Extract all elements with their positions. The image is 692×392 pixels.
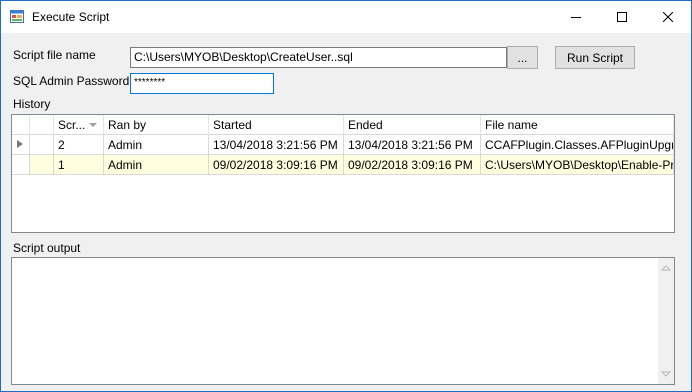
scroll-down-arrow-icon[interactable] — [658, 366, 674, 382]
row-selector-cell[interactable] — [30, 155, 54, 175]
row-header-corner — [12, 115, 30, 135]
script-output-textarea[interactable] — [11, 257, 675, 385]
cell-started[interactable]: 09/02/2018 3:09:16 PM — [209, 155, 344, 175]
script-output-label: Script output — [13, 241, 81, 255]
selector-column-header — [30, 115, 54, 135]
history-grid: Scr... Ran by Started Ended File name 2 … — [11, 114, 675, 233]
column-header-file-name[interactable]: File name — [481, 115, 674, 135]
column-header-ran-by[interactable]: Ran by — [104, 115, 209, 135]
table-row[interactable]: 1 Admin 09/02/2018 3:09:16 PM 09/02/2018… — [12, 155, 674, 175]
column-header-script[interactable]: Scr... — [54, 115, 104, 135]
title-bar[interactable]: Execute Script — [1, 1, 691, 33]
maximize-button[interactable] — [599, 1, 645, 33]
cell-ended[interactable]: 09/02/2018 3:09:16 PM — [344, 155, 481, 175]
close-button[interactable] — [645, 1, 691, 33]
execute-script-window: Execute Script Script file name C:\Users… — [0, 0, 692, 392]
cell-file-name[interactable]: C:\Users\MYOB\Desktop\Enable-Pr... — [481, 155, 674, 175]
column-header-ended[interactable]: Ended — [344, 115, 481, 135]
maximize-icon — [617, 12, 627, 22]
cell-ran-by[interactable]: Admin — [104, 135, 209, 155]
minimize-button[interactable] — [553, 1, 599, 33]
cell-script[interactable]: 1 — [54, 155, 104, 175]
cell-script[interactable]: 2 — [54, 135, 104, 155]
row-header[interactable] — [12, 155, 30, 175]
sql-admin-password-label: SQL Admin Password — [13, 74, 130, 88]
window-title: Execute Script — [32, 10, 110, 24]
sql-admin-password-input[interactable]: ******** — [130, 73, 274, 94]
output-vertical-scrollbar[interactable] — [658, 258, 674, 384]
column-header-started[interactable]: Started — [209, 115, 344, 135]
row-header[interactable] — [12, 135, 30, 155]
browse-button[interactable]: ... — [507, 46, 538, 69]
minimize-icon — [571, 17, 581, 18]
cell-ran-by[interactable]: Admin — [104, 155, 209, 175]
script-file-label: Script file name — [13, 48, 96, 62]
run-script-button[interactable]: Run Script — [555, 46, 635, 69]
script-file-input[interactable]: C:\Users\MYOB\Desktop\CreateUser..sql — [130, 47, 507, 68]
history-label: History — [13, 97, 51, 111]
history-header-row: Scr... Ran by Started Ended File name — [12, 115, 674, 135]
close-icon — [663, 12, 673, 22]
scroll-up-arrow-icon[interactable] — [658, 260, 674, 276]
form-app-icon — [10, 10, 24, 23]
sort-descending-icon — [89, 123, 97, 127]
table-row[interactable]: 2 Admin 13/04/2018 3:21:56 PM 13/04/2018… — [12, 135, 674, 155]
cell-started[interactable]: 13/04/2018 3:21:56 PM — [209, 135, 344, 155]
row-selector-cell[interactable] — [30, 135, 54, 155]
column-header-script-label: Scr... — [58, 118, 86, 132]
cell-file-name[interactable]: CCAFPlugin.Classes.AFPluginUpgr... — [481, 135, 674, 155]
current-row-arrow-icon — [17, 140, 23, 148]
cell-ended[interactable]: 13/04/2018 3:21:56 PM — [344, 135, 481, 155]
